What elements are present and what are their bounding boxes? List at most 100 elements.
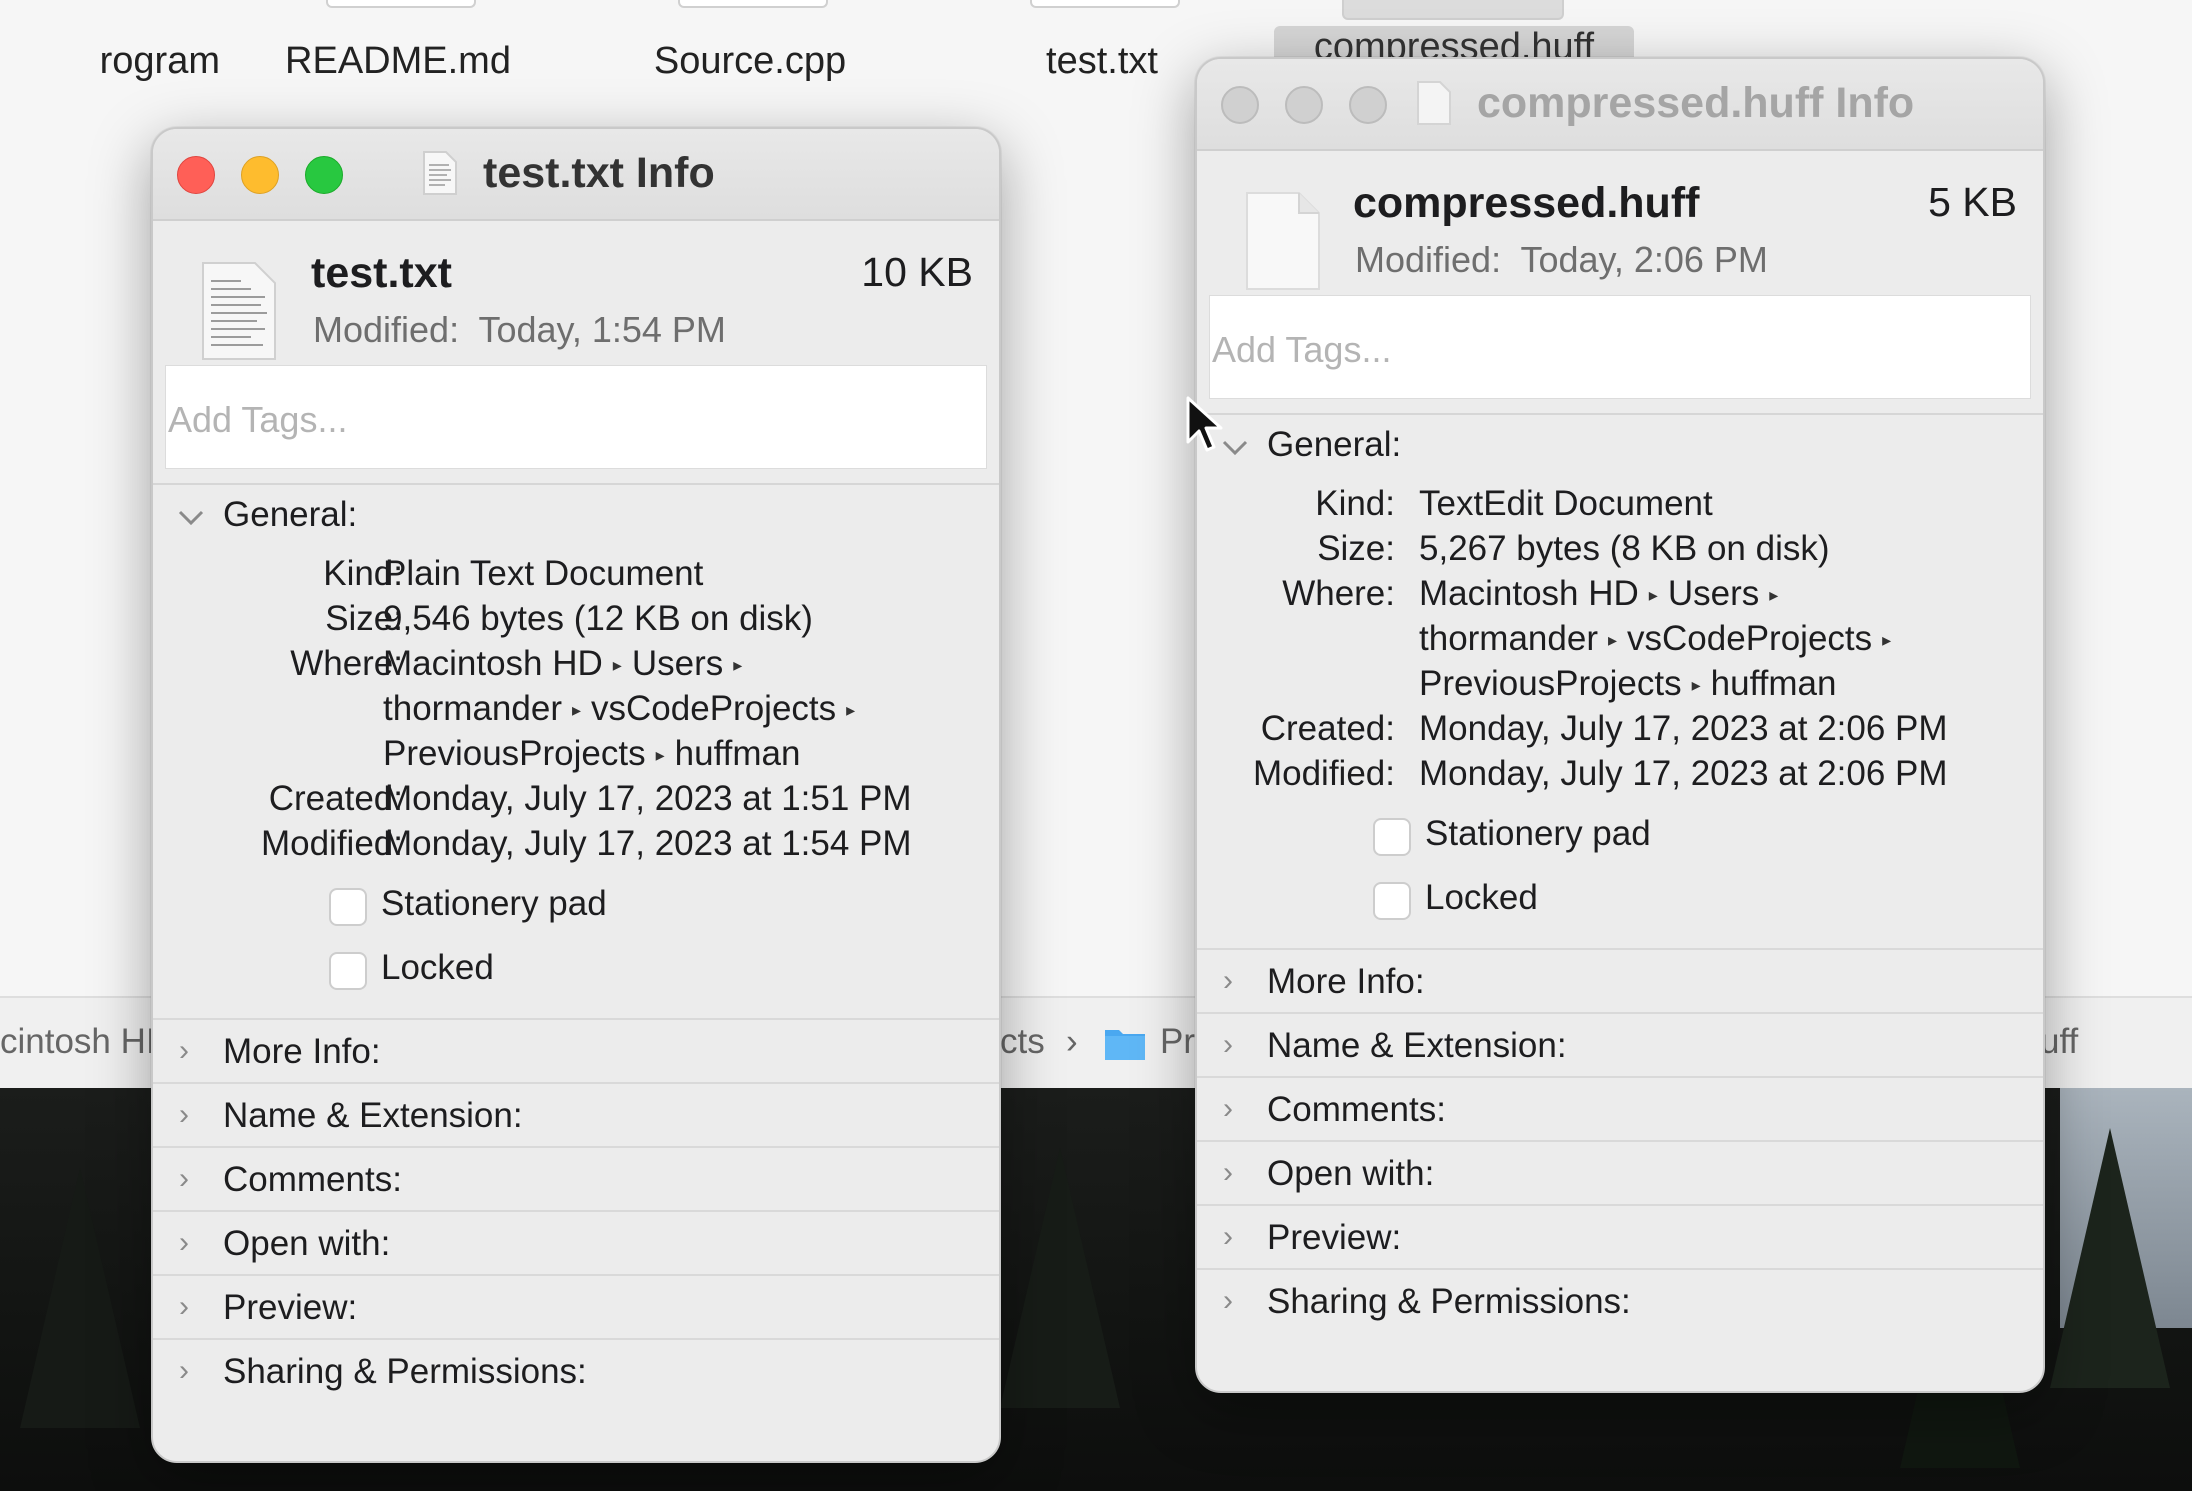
section-label: General: xyxy=(1267,425,1402,464)
where-path-line: PreviousProjects ▸ huffman xyxy=(1419,661,1837,712)
modified-label: Modified: xyxy=(1252,754,1395,793)
chevron-right-icon[interactable]: › xyxy=(1223,1092,1233,1126)
path-arrow-icon: ▸ xyxy=(571,700,582,720)
section-comments[interactable]: › Comments: xyxy=(1197,1076,2043,1140)
chevron-right-icon[interactable]: › xyxy=(1223,1028,1233,1062)
path-arrow-icon: ▸ xyxy=(1769,585,1779,605)
modified-label: Modified: xyxy=(313,309,460,350)
checkbox-label: Locked xyxy=(381,948,494,987)
size-value: 9,546 bytes (12 KB on disk) xyxy=(383,599,813,638)
section-sharing-permissions[interactable]: › Sharing & Permissions: xyxy=(153,1338,999,1402)
created-label: Created: xyxy=(1260,709,1395,748)
chevron-right-icon[interactable]: › xyxy=(1223,964,1233,998)
section-label: Comments: xyxy=(1267,1090,1446,1129)
path-component: vsCodeProjects xyxy=(1627,619,1873,658)
document-icon xyxy=(1243,191,1323,291)
section-label: Open with: xyxy=(1267,1154,1435,1193)
info-header: test.txt 10 KB Modified: Today, 1:54 PM xyxy=(153,221,999,381)
where-path-line: Macintosh HD ▸ Users ▸ xyxy=(1419,571,1788,622)
wallpaper-tree xyxy=(20,1168,140,1428)
add-tags-input[interactable] xyxy=(1209,295,2031,399)
file-thumbnail-icon xyxy=(326,0,476,8)
path-segment[interactable]: Pr xyxy=(1160,1022,1195,1062)
section-general[interactable]: General: xyxy=(153,485,999,549)
where-label: Where: xyxy=(1282,574,1395,613)
file-thumbnail-icon xyxy=(1342,0,1564,20)
chevron-right-icon[interactable]: › xyxy=(1223,1284,1233,1318)
section-label: Preview: xyxy=(223,1288,358,1327)
checkbox-box[interactable] xyxy=(329,952,367,990)
path-segment[interactable]: uff xyxy=(2040,1022,2078,1062)
section-general[interactable]: General: xyxy=(1197,415,2043,479)
chevron-right-icon[interactable]: › xyxy=(1223,1220,1233,1254)
section-preview[interactable]: › Preview: xyxy=(1197,1204,2043,1268)
folder-icon xyxy=(1103,1024,1147,1071)
modified-value: Today, 1:54 PM xyxy=(478,309,726,350)
section-label: Name & Extension: xyxy=(223,1096,523,1135)
checkbox-box[interactable] xyxy=(329,888,367,926)
path-component: vsCodeProjects xyxy=(591,689,837,728)
section-label: Open with: xyxy=(223,1224,391,1263)
section-comments[interactable]: › Comments: xyxy=(153,1146,999,1210)
chevron-right-icon[interactable]: › xyxy=(1223,1156,1233,1190)
finder-file-name: README.md xyxy=(285,40,511,82)
minimize-icon[interactable] xyxy=(1285,86,1323,124)
path-component: huffman xyxy=(1710,664,1837,703)
section-open-with[interactable]: › Open with: xyxy=(1197,1140,2043,1204)
close-icon[interactable] xyxy=(1221,86,1259,124)
zoom-icon[interactable] xyxy=(1349,86,1387,124)
section-more-info[interactable]: › More Info: xyxy=(153,1018,999,1082)
file-size: 10 KB xyxy=(861,249,973,295)
checkbox-group: Stationery pad Locked xyxy=(153,884,999,1018)
section-more-info[interactable]: › More Info: xyxy=(1197,948,2043,1012)
zoom-icon[interactable] xyxy=(305,156,343,194)
chevron-right-icon[interactable]: › xyxy=(179,1354,189,1388)
kind-label: Kind: xyxy=(1315,484,1395,523)
path-component: thormander xyxy=(383,689,562,728)
modified-summary: Modified: Today, 2:06 PM xyxy=(1355,239,1768,281)
section-label: Sharing & Permissions: xyxy=(223,1352,587,1391)
chevron-right-icon[interactable]: › xyxy=(179,1226,189,1260)
kind-value: TextEdit Document xyxy=(1419,484,1713,523)
general-properties: Kind: TextEdit Document Size: 5,267 bytes … xyxy=(1197,481,2043,796)
chevron-right-icon[interactable]: › xyxy=(179,1162,189,1196)
modified-label: Modified: xyxy=(1355,239,1502,280)
add-tags-input[interactable] xyxy=(165,365,987,469)
finder-file-name: rogram xyxy=(99,40,220,82)
wallpaper-tree xyxy=(1000,1148,1120,1408)
info-window-compressed-huff[interactable]: compressed.huff Info compressed.huff 5 K… xyxy=(1195,57,2045,1393)
path-separator: › xyxy=(1066,1022,1078,1061)
size-value: 5,267 bytes (8 KB on disk) xyxy=(1419,529,1830,568)
path-segment[interactable]: cts xyxy=(1000,1022,1045,1062)
path-arrow-icon: ▸ xyxy=(1691,675,1701,695)
section-sharing-permissions[interactable]: › Sharing & Permissions: xyxy=(1197,1268,2043,1332)
path-segment[interactable]: cintosh HI xyxy=(0,1022,156,1062)
path-component: thormander xyxy=(1419,619,1598,658)
info-window-test-txt[interactable]: test.txt Info test.txt 10 KB Modified: T… xyxy=(151,127,1001,1463)
chevron-right-icon[interactable]: › xyxy=(179,1034,189,1068)
window-titlebar[interactable]: compressed.huff Info xyxy=(1197,59,2043,151)
created-value: Monday, July 17, 2023 at 2:06 PM xyxy=(1419,709,1948,748)
section-name-extension[interactable]: › Name & Extension: xyxy=(1197,1012,2043,1076)
section-open-with[interactable]: › Open with: xyxy=(153,1210,999,1274)
close-icon[interactable] xyxy=(177,156,215,194)
checkbox-label: Stationery pad xyxy=(381,884,607,923)
chevron-down-icon[interactable] xyxy=(177,503,207,533)
path-arrow-icon: ▸ xyxy=(1882,630,1892,650)
section-name-extension[interactable]: › Name & Extension: xyxy=(153,1082,999,1146)
window-titlebar[interactable]: test.txt Info xyxy=(153,129,999,221)
checkbox-box[interactable] xyxy=(1373,882,1411,920)
chevron-right-icon[interactable]: › xyxy=(179,1098,189,1132)
modified-value: Monday, July 17, 2023 at 2:06 PM xyxy=(1419,754,1948,793)
chevron-right-icon[interactable]: › xyxy=(179,1290,189,1324)
section-preview[interactable]: › Preview: xyxy=(153,1274,999,1338)
file-size: 5 KB xyxy=(1928,179,2017,225)
window-title: test.txt Info xyxy=(483,149,715,197)
file-thumbnail-icon xyxy=(1030,0,1180,8)
minimize-icon[interactable] xyxy=(241,156,279,194)
section-label: More Info: xyxy=(223,1032,381,1071)
where-path-line: Macintosh HD ▸ Users ▸ xyxy=(383,641,752,692)
where-path-line: thormander ▸ vsCodeProjects ▸ xyxy=(1419,616,1901,667)
checkbox-box[interactable] xyxy=(1373,818,1411,856)
path-arrow-icon: ▸ xyxy=(1648,585,1658,605)
